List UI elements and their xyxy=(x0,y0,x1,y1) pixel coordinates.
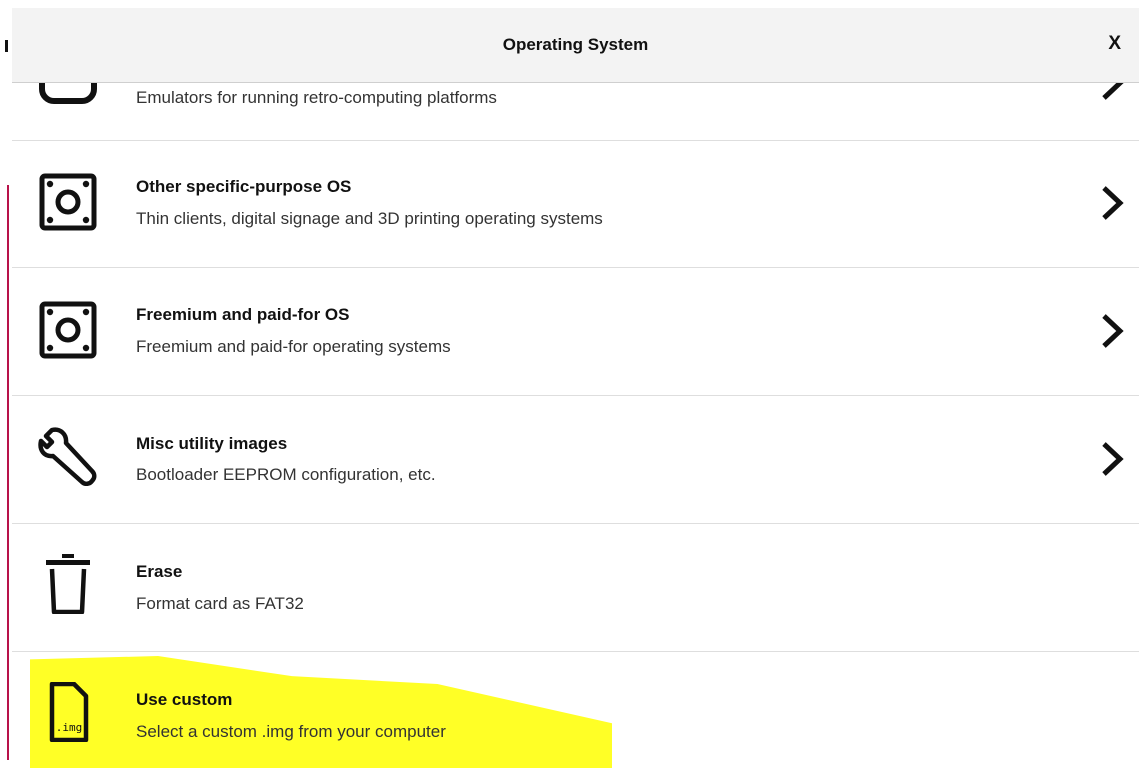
chip-icon xyxy=(38,172,98,232)
img-file-icon: .img xyxy=(38,682,98,742)
chevron-right-icon xyxy=(1099,311,1125,351)
close-button[interactable]: X xyxy=(1108,33,1121,55)
img-file-label: .img xyxy=(56,721,83,734)
trash-icon xyxy=(38,554,98,614)
os-list: Emulators for running retro-computing pl… xyxy=(12,0,1139,774)
item-description: Bootloader EEPROM configuration, etc. xyxy=(136,465,436,484)
item-description: Emulators for running retro-computing pl… xyxy=(136,88,497,107)
item-title: Erase xyxy=(136,562,183,581)
left-accent-bar xyxy=(7,185,9,760)
item-title: Misc utility images xyxy=(136,434,288,453)
list-item-specific-purpose-os[interactable]: Other specific-purpose OS Thin clients, … xyxy=(12,140,1139,268)
item-description: Thin clients, digital signage and 3D pri… xyxy=(136,209,603,228)
item-description: Select a custom .img from your computer xyxy=(136,722,446,741)
item-description: Freemium and paid-for operating systems xyxy=(136,337,451,356)
item-title: Use custom xyxy=(136,690,233,709)
list-item-use-custom[interactable]: .img Use custom Select a custom .img fro… xyxy=(12,652,1139,774)
list-item-erase[interactable]: Erase Format card as FAT32 xyxy=(12,524,1139,652)
chip-icon xyxy=(38,300,98,360)
item-description: Format card as FAT32 xyxy=(136,594,304,613)
list-item-freemium-os[interactable]: Freemium and paid-for OS Freemium and pa… xyxy=(12,268,1139,396)
chevron-right-icon xyxy=(1099,439,1125,479)
item-title: Freemium and paid-for OS xyxy=(136,305,350,324)
chevron-right-icon xyxy=(1099,183,1125,223)
item-title: Other specific-purpose OS xyxy=(136,177,352,196)
dialog-title: Operating System xyxy=(502,35,649,54)
wrench-icon xyxy=(38,426,98,486)
left-edge-tick xyxy=(5,40,8,52)
dialog-header: Operating System X xyxy=(12,8,1139,83)
list-item-misc-utility[interactable]: Misc utility images Bootloader EEPROM co… xyxy=(12,396,1139,524)
